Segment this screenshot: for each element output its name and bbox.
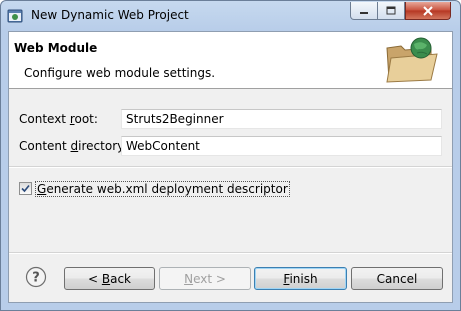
wizard-banner: Web Module Configure web module settings… xyxy=(9,32,452,89)
context-root-label: Context root: xyxy=(19,112,98,126)
close-icon xyxy=(423,5,433,16)
generate-xml-checkbox[interactable] xyxy=(19,182,32,195)
content-directory-input[interactable] xyxy=(121,136,442,156)
window-title: New Dynamic Web Project xyxy=(31,8,189,22)
context-root-input[interactable] xyxy=(121,109,442,129)
generate-xml-label[interactable]: Generate web.xml deployment descriptor xyxy=(35,181,290,197)
maximize-button[interactable] xyxy=(378,2,405,20)
maximize-icon xyxy=(386,6,396,15)
web-project-icon xyxy=(7,9,23,23)
minimize-icon xyxy=(360,11,368,14)
dialog-body: Web Module Configure web module settings… xyxy=(8,31,453,303)
finish-button[interactable]: Finish xyxy=(254,267,347,290)
checkmark-icon xyxy=(21,184,30,193)
dialog-window: New Dynamic Web Project Web Module Confi… xyxy=(0,0,461,311)
back-button[interactable]: < Back xyxy=(64,267,155,290)
next-button[interactable]: Next > xyxy=(159,267,251,290)
close-button[interactable] xyxy=(405,2,451,20)
svg-text:?: ? xyxy=(32,271,40,286)
separator xyxy=(9,166,452,168)
content-directory-label: Content directory: xyxy=(19,139,128,153)
page-description: Configure web module settings. xyxy=(24,66,216,80)
page-title: Web Module xyxy=(14,41,98,55)
separator xyxy=(9,252,452,254)
help-icon[interactable]: ? xyxy=(25,266,47,288)
folder-globe-icon xyxy=(386,37,438,83)
minimize-button[interactable] xyxy=(350,2,378,20)
title-bar[interactable]: New Dynamic Web Project xyxy=(1,1,460,31)
cancel-button[interactable]: Cancel xyxy=(351,267,443,290)
